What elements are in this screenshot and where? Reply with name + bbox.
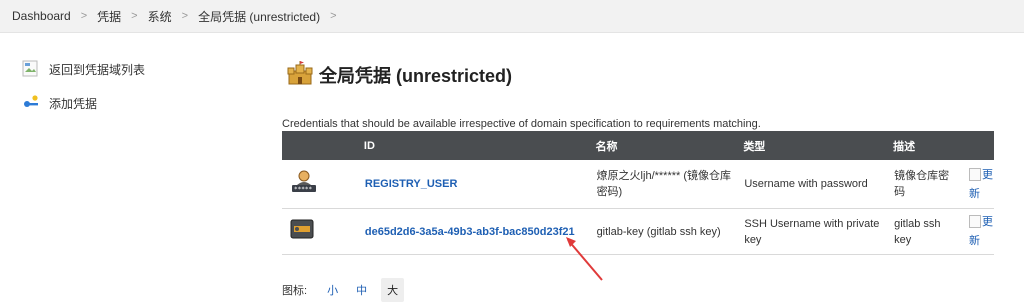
- breadcrumb-global-credentials[interactable]: 全局凭据 (unrestricted): [198, 8, 320, 25]
- sidebar-item-add-credential[interactable]: 添加凭据: [22, 94, 97, 112]
- credential-type-line: SSH Username with private: [744, 217, 880, 230]
- credential-type-line: Username with password: [744, 178, 868, 190]
- update-label: 更: [981, 216, 993, 228]
- ssh-key-icon: [282, 208, 364, 255]
- broken-image-icon: [968, 167, 981, 181]
- chevron-right-icon: >: [181, 10, 189, 22]
- svg-text:*****: *****: [294, 186, 312, 193]
- breadcrumb-dashboard[interactable]: Dashboard: [12, 9, 71, 23]
- breadcrumb-label: 全局凭据 (unrestricted): [198, 9, 321, 24]
- update-label: 新: [968, 235, 980, 247]
- chevron-right-icon: >: [80, 10, 88, 22]
- add-credential-key-icon: [22, 94, 40, 112]
- sidebar-item-label: 添加凭据: [49, 96, 98, 111]
- credential-name-line: 密码): [596, 186, 623, 198]
- header-icon-col: [282, 131, 364, 160]
- breadcrumb-label: 凭据: [97, 9, 122, 24]
- icon-size-switcher: 图标: 小 中 大: [282, 278, 405, 302]
- credential-description: 镜像仓库密码: [893, 160, 968, 209]
- icon-size-small[interactable]: 小: [321, 278, 344, 302]
- icon-size-medium[interactable]: 中: [350, 278, 373, 302]
- header-actions: [967, 131, 994, 160]
- icon-size-label: 图标:: [282, 285, 308, 297]
- update-label: 更: [981, 168, 993, 181]
- update-label: 新: [968, 187, 980, 200]
- header-name[interactable]: 名称: [595, 131, 744, 160]
- credential-name-line: gitlab-key (gitlab ssh key): [596, 225, 721, 238]
- chevron-right-icon[interactable]: >: [330, 10, 336, 22]
- credential-type: Username with password: [743, 160, 894, 209]
- credential-id-link[interactable]: REGISTRY_USER: [365, 178, 458, 190]
- update-link[interactable]: 更 新: [967, 208, 994, 255]
- breadcrumb-system[interactable]: 系统: [148, 8, 172, 25]
- credentials-table: ID 名称 类型 描述 ***** REGISTRY_USER 燎原之火ljh/…: [282, 131, 994, 255]
- castle-domain-icon: [287, 60, 313, 89]
- icon-size-large[interactable]: 大: [381, 278, 405, 302]
- page-description: Credentials that should be available irr…: [282, 118, 761, 130]
- broken-image-icon: [22, 60, 40, 78]
- table-row: ***** REGISTRY_USER 燎原之火ljh/****** (镜像仓库…: [282, 160, 994, 209]
- credential-desc-line: 镜像仓库密: [894, 170, 950, 182]
- update-link[interactable]: 更 新: [967, 160, 994, 209]
- breadcrumb-label: Dashboard: [12, 9, 71, 23]
- credential-type: SSH Username with private key: [743, 208, 894, 255]
- header-description[interactable]: 描述: [893, 131, 968, 160]
- breadcrumb-credentials[interactable]: 凭据: [97, 8, 121, 25]
- user-password-icon: *****: [282, 160, 364, 209]
- credential-desc-line: gitlab ssh: [894, 217, 941, 230]
- sidebar-item-label: 返回到凭据域列表: [49, 62, 146, 77]
- credential-type-line: key: [744, 233, 762, 246]
- chevron-right-icon: >: [131, 10, 138, 22]
- credential-desc-line: 码: [894, 186, 906, 198]
- credential-desc-line: key: [894, 233, 912, 246]
- header-type[interactable]: 类型: [743, 131, 894, 160]
- breadcrumb-label: 系统: [147, 9, 172, 24]
- broken-image-icon: [968, 215, 981, 228]
- page-title: 全局凭据 (unrestricted): [319, 65, 513, 86]
- table-row: de65d2d6-3a5a-49b3-ab3f-bac850d23f21 git…: [282, 208, 994, 255]
- table-header-row: ID 名称 类型 描述: [282, 131, 994, 160]
- annotation-arrow: [566, 237, 603, 281]
- page-header: 全局凭据 (unrestricted): [287, 60, 512, 89]
- breadcrumb: Dashboard > 凭据 > 系统 > 全局凭据 (unrestricted…: [0, 0, 1024, 33]
- credential-name: gitlab-key (gitlab ssh key): [595, 208, 744, 255]
- credential-name: 燎原之火ljh/****** (镜像仓库 密码): [595, 160, 744, 209]
- sidebar-item-back-to-domains[interactable]: 返回到凭据域列表: [22, 60, 145, 78]
- credential-description: gitlab ssh key: [893, 208, 968, 255]
- header-id[interactable]: ID: [363, 131, 596, 160]
- credential-id-link[interactable]: de65d2d6-3a5a-49b3-ab3f-bac850d23f21: [365, 226, 575, 238]
- credential-name-line: 燎原之火ljh/****** (镜像仓库: [596, 170, 732, 182]
